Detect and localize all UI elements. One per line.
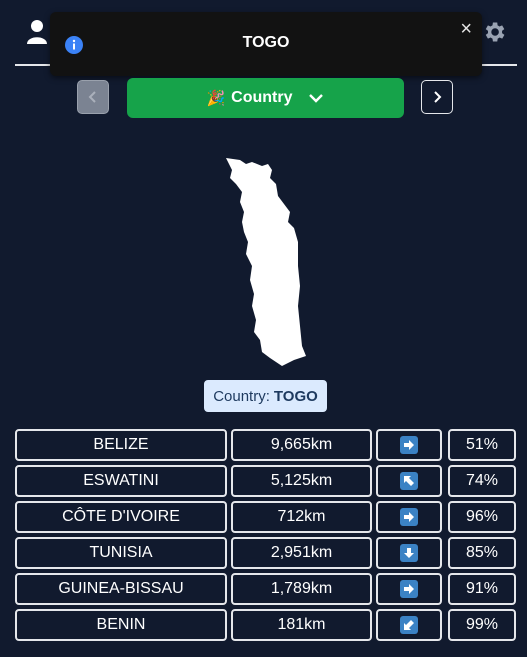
mode-dropdown-button[interactable]: 🎉 Country — [127, 78, 404, 118]
guess-distance: 712km — [231, 501, 372, 533]
chevron-down-icon — [308, 94, 323, 103]
guess-distance: 1,789km — [231, 573, 372, 605]
guess-proximity: 85% — [448, 537, 516, 569]
guess-direction — [376, 573, 442, 605]
guess-proximity: 96% — [448, 501, 516, 533]
guess-proximity: 74% — [448, 465, 516, 497]
notification-toast: TOGO × — [50, 12, 482, 76]
guess-proximity: 91% — [448, 573, 516, 605]
guess-direction — [376, 609, 442, 641]
east-arrow-icon — [400, 436, 418, 454]
guess-direction — [376, 429, 442, 461]
gear-icon[interactable] — [481, 19, 507, 45]
guess-direction — [376, 465, 442, 497]
toast-title: TOGO — [242, 34, 290, 51]
previous-button[interactable] — [77, 80, 109, 114]
guess-country: GUINEA-BISSAU — [15, 573, 227, 605]
guess-country: TUNISIA — [15, 537, 227, 569]
guess-country: ESWATINI — [15, 465, 227, 497]
country-answer-label: Country: TOGO — [204, 380, 327, 412]
guess-direction — [376, 501, 442, 533]
east-arrow-icon — [400, 580, 418, 598]
chevron-right-icon — [434, 91, 442, 103]
east-arrow-icon — [400, 508, 418, 526]
country-label-prefix: Country: — [213, 387, 270, 405]
chevron-left-icon — [88, 91, 96, 103]
guess-direction — [376, 537, 442, 569]
northwest-arrow-icon — [400, 472, 418, 490]
guess-country: BELIZE — [15, 429, 227, 461]
close-icon[interactable]: × — [460, 18, 472, 41]
user-icon[interactable] — [26, 19, 48, 45]
party-popper-icon: 🎉 — [206, 90, 226, 107]
guess-distance: 2,951km — [231, 537, 372, 569]
guess-proximity: 99% — [448, 609, 516, 641]
country-map — [226, 158, 306, 366]
guess-distance: 181km — [231, 609, 372, 641]
mode-label: Country — [231, 89, 293, 106]
guess-proximity: 51% — [448, 429, 516, 461]
next-button[interactable] — [421, 80, 453, 114]
country-name: TOGO — [273, 387, 318, 405]
southwest-arrow-icon — [400, 616, 418, 634]
guess-country: CÔTE D'IVOIRE — [15, 501, 227, 533]
guess-distance: 5,125km — [231, 465, 372, 497]
guess-distance: 9,665km — [231, 429, 372, 461]
guess-country: BENIN — [15, 609, 227, 641]
south-arrow-icon — [400, 544, 418, 562]
